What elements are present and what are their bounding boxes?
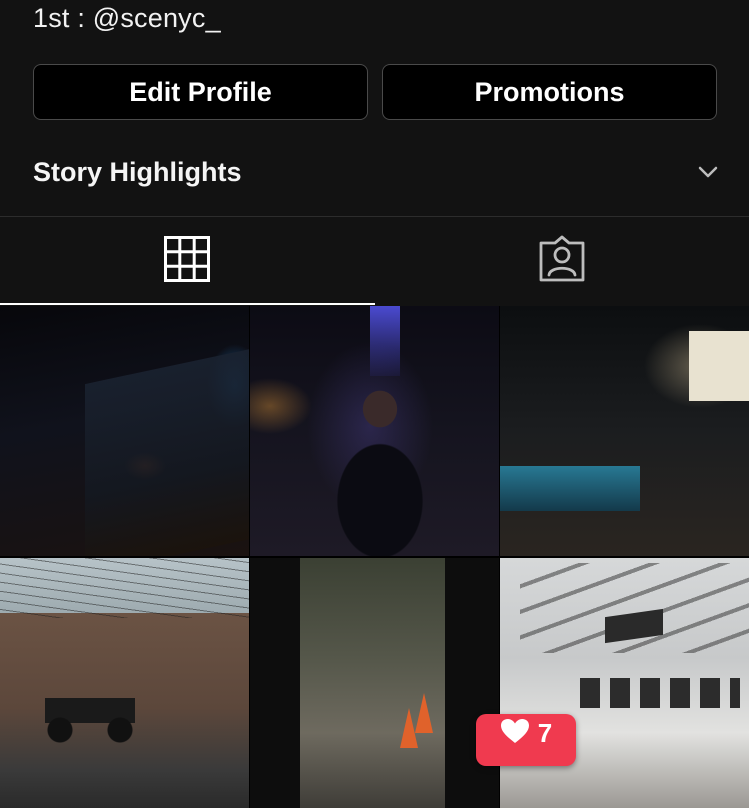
story-highlights-row[interactable]: Story Highlights: [33, 150, 723, 194]
profile-tabs: [0, 217, 749, 305]
tab-tagged[interactable]: [375, 217, 749, 305]
post-thumbnail[interactable]: [250, 558, 499, 808]
photo-detail: [45, 688, 135, 743]
post-thumbnail[interactable]: [250, 306, 499, 556]
person-tag-icon: [538, 235, 586, 288]
post-thumbnail[interactable]: [500, 558, 749, 808]
bio-line: 1st : @scenyc_: [33, 0, 221, 36]
photo-detail: [0, 558, 249, 618]
like-count: 7: [538, 718, 552, 749]
photo-detail: [415, 693, 433, 733]
tab-posts-grid[interactable]: [0, 217, 375, 305]
post-thumbnail[interactable]: [0, 558, 249, 808]
photo-detail: [580, 678, 740, 708]
heart-icon: [500, 718, 530, 749]
photo-detail: [689, 331, 749, 401]
post-thumbnail[interactable]: [0, 306, 249, 556]
posts-grid: [0, 306, 749, 750]
post-thumbnail[interactable]: [500, 306, 749, 556]
edit-profile-button[interactable]: Edit Profile: [33, 64, 368, 120]
photo-detail: [85, 348, 249, 556]
photo-detail: [500, 466, 640, 511]
photo-detail: [520, 563, 749, 653]
promotions-button[interactable]: Promotions: [382, 64, 717, 120]
photo-detail: [370, 306, 400, 376]
profile-screen: 1st : @scenyc_ Edit Profile Promotions S…: [0, 0, 749, 750]
story-highlights-label: Story Highlights: [33, 157, 242, 188]
photo-detail: [320, 381, 440, 556]
chevron-down-icon[interactable]: [693, 157, 723, 187]
like-notification-badge[interactable]: 7: [476, 714, 576, 766]
grid-icon: [164, 236, 210, 287]
